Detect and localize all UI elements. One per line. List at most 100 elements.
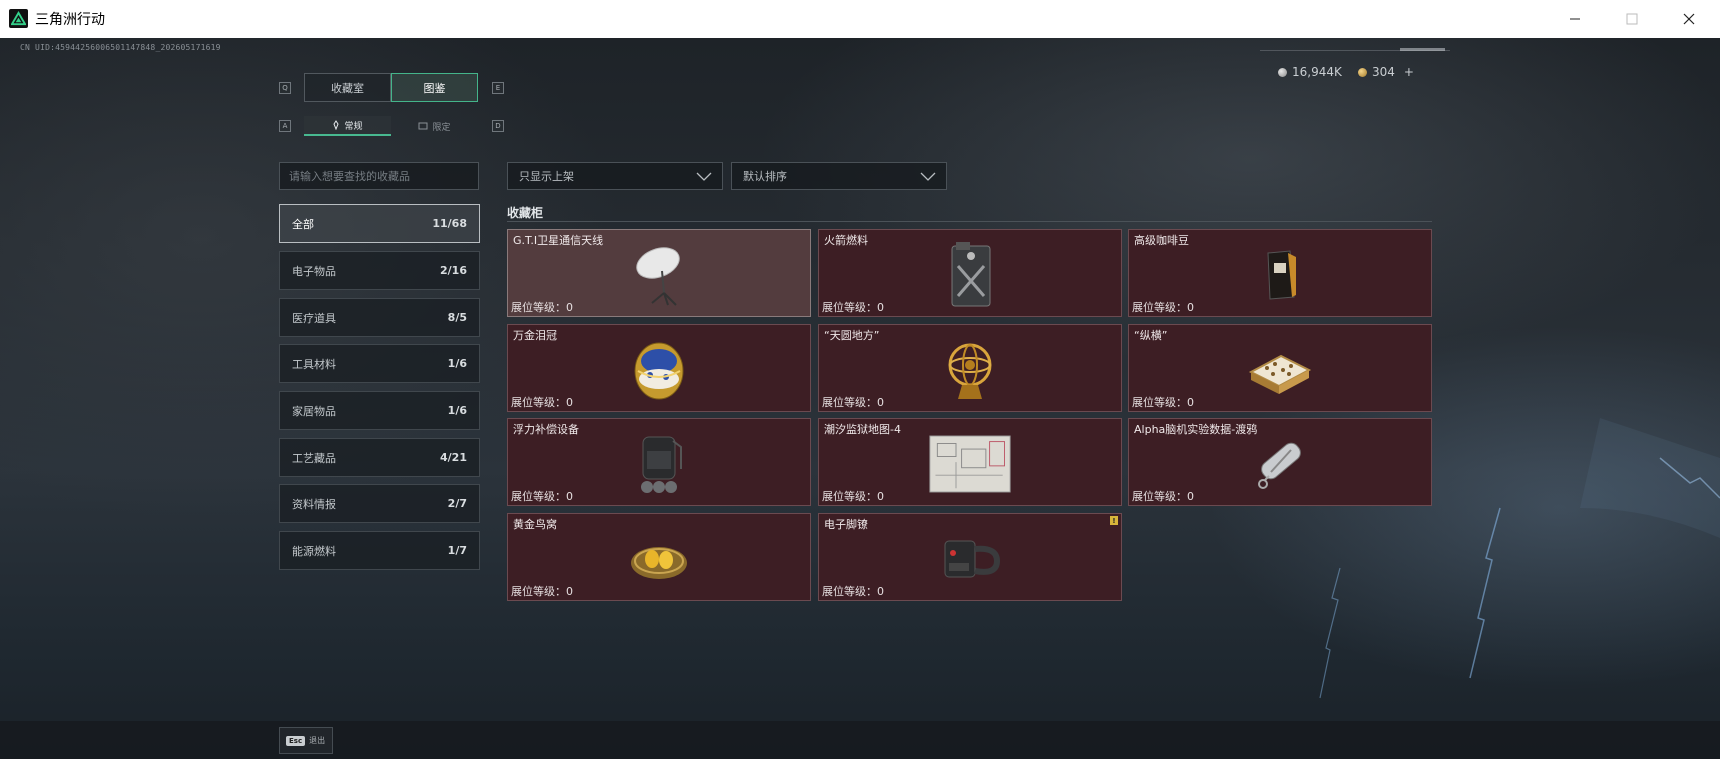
tab-catalog[interactable]: 图鉴 xyxy=(391,73,478,102)
item-name: 潮汐监狱地图-4 xyxy=(824,423,901,436)
tab-regular-label: 常规 xyxy=(344,121,363,132)
category-medical[interactable]: 医疗道具 8/5 xyxy=(279,298,480,337)
display-filter-value: 只显示上架 xyxy=(519,170,574,183)
cabinet-divider xyxy=(507,221,1432,222)
currency-silver-amount: 16,944K xyxy=(1292,65,1342,79)
currency-silver: 16,944K xyxy=(1278,65,1342,79)
buoyancy-device-icon xyxy=(617,429,701,499)
item-name: 火箭燃料 xyxy=(824,234,868,247)
item-name: 黄金鸟窝 xyxy=(513,518,557,531)
maximize-button[interactable] xyxy=(1603,0,1661,38)
close-button[interactable] xyxy=(1660,0,1718,38)
category-household[interactable]: 家居物品 1/6 xyxy=(279,391,480,430)
minimize-icon xyxy=(1570,18,1580,20)
item-level: 展位等级：0 xyxy=(1132,490,1194,503)
cabinet-item-jeweled-crown[interactable]: 万金泪冠 展位等级：0 xyxy=(507,324,811,412)
esc-key-hint: Esc xyxy=(286,735,306,746)
user-uid: CN UID:4594425600650114784​8_20260517161… xyxy=(20,43,221,52)
item-level: 展位等级：0 xyxy=(511,301,573,314)
item-level: 展位等级：0 xyxy=(822,585,884,598)
tab-limited[interactable]: 限定 xyxy=(391,116,478,136)
trophy-icon xyxy=(333,120,340,130)
category-electronics[interactable]: 电子物品 2/16 xyxy=(279,251,480,290)
cabinet-item-armillary-sphere[interactable]: “天圆地方” 展位等级：0 xyxy=(818,324,1122,412)
key-hint-e: E xyxy=(492,82,504,94)
category-count: 1/6 xyxy=(447,357,467,370)
key-hint-a: A xyxy=(279,120,291,132)
search-box[interactable] xyxy=(279,162,479,190)
ankle-monitor-icon xyxy=(928,524,1012,594)
jeweled-egg-icon xyxy=(617,335,701,405)
chevron-down-icon xyxy=(920,172,936,181)
close-icon xyxy=(1683,13,1695,25)
exit-button[interactable]: Esc 退出 xyxy=(279,727,333,754)
cabinet-title: 收藏柜 xyxy=(507,206,544,220)
item-name: G.T.I卫星通信天线 xyxy=(513,234,604,247)
cabinet-item-buoyancy-device[interactable]: 浮力补偿设备 展位等级：0 xyxy=(507,418,811,506)
cabinet-item-rocket-fuel[interactable]: 火箭燃料 展位等级：0 xyxy=(818,229,1122,317)
fuel-canister-icon xyxy=(928,240,1012,310)
cabinet-item-prison-map[interactable]: 潮汐监狱地图-4 展位等级：0 xyxy=(818,418,1122,506)
minimize-button[interactable] xyxy=(1546,0,1604,38)
key-hint-q: Q xyxy=(279,82,291,94)
window-title: 三角洲行动 xyxy=(35,12,105,28)
cabinet-item-chess-board[interactable]: “纵横” 展位等级：0 xyxy=(1128,324,1432,412)
category-all[interactable]: 全部 11/68 xyxy=(279,204,480,243)
category-count: 2/7 xyxy=(447,497,467,510)
key-hint-d: D xyxy=(492,120,504,132)
maximize-icon xyxy=(1626,13,1638,25)
armillary-sphere-icon xyxy=(928,335,1012,405)
item-level: 展位等级：0 xyxy=(1132,396,1194,409)
category-label: 电子物品 xyxy=(292,264,336,278)
cabinet-item-satellite-antenna[interactable]: G.T.I卫星通信天线 展位等级：0 xyxy=(507,229,811,317)
item-name: 电子脚镣 xyxy=(824,518,868,531)
currency-gold[interactable]: 304 + xyxy=(1358,65,1414,79)
item-level: 展位等级：0 xyxy=(511,585,573,598)
category-crafts[interactable]: 工艺藏品 4/21 xyxy=(279,438,480,477)
cabinet-item-ankle-monitor[interactable]: 电子脚镣 ! 展位等级：0 xyxy=(818,513,1122,601)
display-filter-dropdown[interactable]: 只显示上架 xyxy=(507,162,723,190)
search-input[interactable] xyxy=(289,169,469,183)
category-count: 4/21 xyxy=(440,451,467,464)
item-level: 展位等级：0 xyxy=(822,490,884,503)
item-name: “天圆地方” xyxy=(824,329,880,342)
category-label: 能源燃料 xyxy=(292,544,336,558)
category-tools[interactable]: 工具材料 1/6 xyxy=(279,344,480,383)
category-label: 资料情报 xyxy=(292,497,336,511)
tab-limited-label: 限定 xyxy=(432,122,451,133)
tab-regular[interactable]: 常规 xyxy=(304,116,391,136)
sort-value: 默认排序 xyxy=(743,170,787,183)
item-level: 展位等级：0 xyxy=(1132,301,1194,314)
item-name: 万金泪冠 xyxy=(513,329,557,342)
warning-badge-icon: ! xyxy=(1110,516,1118,525)
category-intel[interactable]: 资料情报 2/7 xyxy=(279,484,480,523)
item-name: 浮力补偿设备 xyxy=(513,423,579,436)
header-decoration xyxy=(1260,48,1450,52)
tab-collection-room[interactable]: 收藏室 xyxy=(304,73,391,102)
item-level: 展位等级：0 xyxy=(511,396,573,409)
category-label: 家居物品 xyxy=(292,404,336,418)
item-name: “纵横” xyxy=(1134,329,1168,342)
category-energy[interactable]: 能源燃料 1/7 xyxy=(279,531,480,570)
app-logo-icon xyxy=(9,9,28,28)
silver-coin-icon xyxy=(1278,67,1287,77)
cabinet-item-alpha-data[interactable]: Alpha脑机实验数据-渡鸦 展位等级：0 xyxy=(1128,418,1432,506)
item-level: 展位等级：0 xyxy=(511,490,573,503)
window-titlebar: 三角洲行动 xyxy=(0,0,1720,38)
item-name: 高级咖啡豆 xyxy=(1134,234,1189,247)
sort-dropdown[interactable]: 默认排序 xyxy=(731,162,947,190)
chess-board-icon xyxy=(1238,335,1322,405)
satellite-dish-icon xyxy=(617,240,701,310)
category-count: 11/68 xyxy=(432,217,467,230)
currency-gold-amount: 304 xyxy=(1372,65,1395,79)
chevron-down-icon xyxy=(696,172,712,181)
gold-coin-icon xyxy=(1358,67,1367,77)
coffee-bag-icon xyxy=(1238,240,1322,310)
cabinet-item-gold-nest[interactable]: 黄金鸟窝 展位等级：0 xyxy=(507,513,811,601)
cabinet-item-coffee-beans[interactable]: 高级咖啡豆 展位等级：0 xyxy=(1128,229,1432,317)
item-level: 展位等级：0 xyxy=(822,396,884,409)
category-count: 1/6 xyxy=(447,404,467,417)
category-count: 2/16 xyxy=(440,264,467,277)
map-icon xyxy=(928,429,1012,499)
add-currency-icon[interactable]: + xyxy=(1404,65,1414,79)
